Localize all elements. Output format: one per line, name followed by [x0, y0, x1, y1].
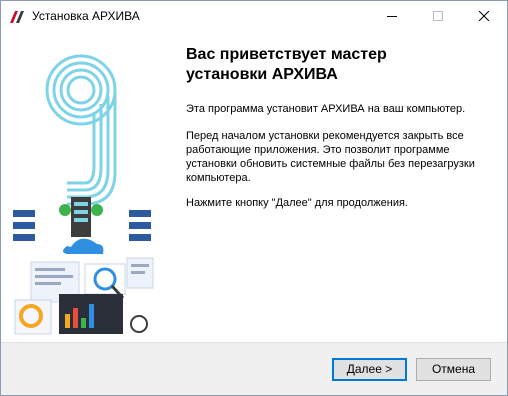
close-icon	[478, 8, 490, 26]
installer-window: Установка АРХИВА Вас приветствует мастер…	[0, 0, 508, 396]
continue-instruction: Нажмите кнопку "Далее" для продолжения.	[186, 197, 408, 209]
maximize-button[interactable]	[415, 1, 461, 32]
next-button[interactable]: Далее >	[332, 358, 407, 381]
maximize-icon	[433, 8, 443, 26]
network-illustration-icon	[13, 197, 154, 335]
heading-line-2: установки АРХИВА	[186, 66, 338, 83]
close-button[interactable]	[461, 1, 507, 32]
intro-paragraph: Эта программа установит АРХИВА на ваш ко…	[186, 103, 466, 115]
window-title: Установка АРХИВА	[32, 9, 140, 23]
title-bar[interactable]: Установка АРХИВА	[1, 1, 507, 32]
welcome-heading: Вас приветствует мастер установки АРХИВА	[186, 45, 486, 85]
close-apps-paragraph: Перед началом установки рекомендуется за…	[186, 130, 475, 184]
heading-line-1: Вас приветствует мастер	[186, 46, 387, 63]
minimize-icon	[387, 8, 397, 26]
wizard-side-illustration	[1, 32, 165, 342]
archive-logo-icon	[9, 9, 25, 25]
cancel-button[interactable]: Отмена	[416, 358, 491, 381]
minimize-button[interactable]	[369, 1, 415, 32]
nine-logo-icon	[45, 54, 117, 206]
wizard-footer: Далее > Отмена	[1, 342, 507, 395]
wizard-content: Вас приветствует мастер установки АРХИВА…	[1, 32, 507, 342]
